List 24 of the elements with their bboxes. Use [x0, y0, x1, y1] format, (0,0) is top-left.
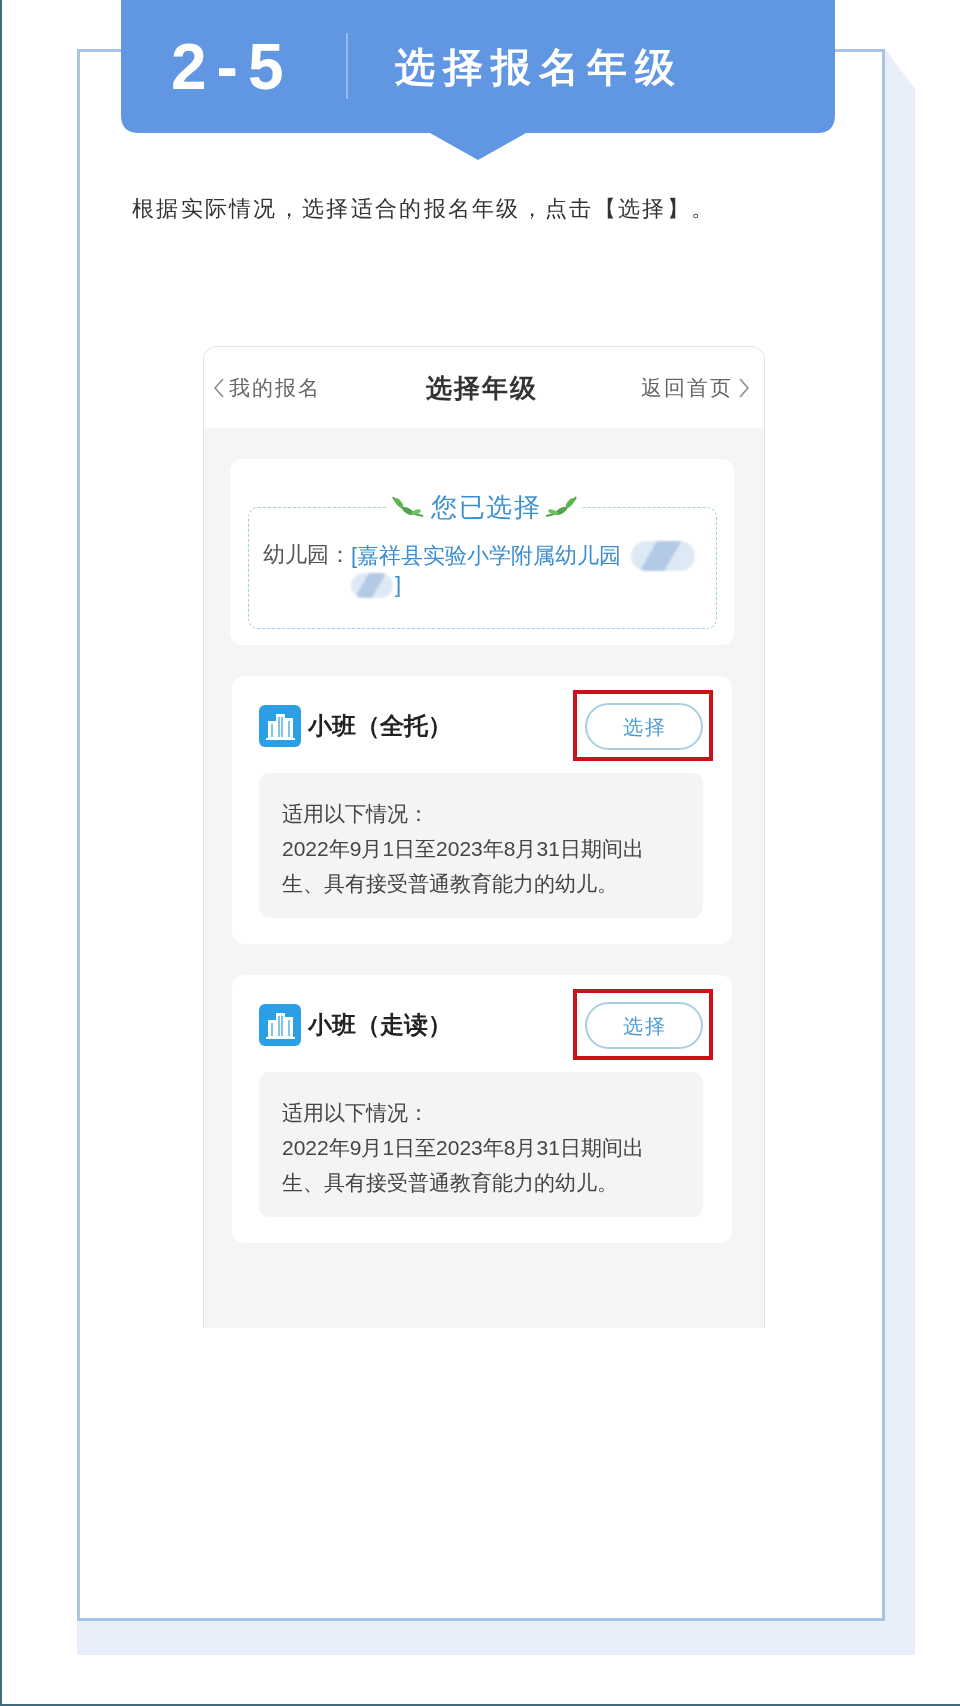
chevron-right-icon — [739, 377, 749, 398]
closing-bracket: ] — [395, 571, 402, 599]
instruction-text: 根据实际情况，选择适合的报名年级，点击【选择】。 — [132, 195, 717, 223]
leaf-icon — [391, 495, 425, 519]
select-button[interactable]: 选择 — [585, 703, 703, 750]
criteria-text: 2022年9月1日至2023年8月31日期间出生、具有接受普通教育能力的幼儿。 — [282, 836, 645, 897]
building-icon — [259, 704, 301, 747]
select-button[interactable]: 选择 — [585, 1002, 703, 1049]
step-number: 2-5 — [171, 34, 295, 99]
grade-title: 小班（全托） — [308, 710, 452, 741]
chevron-left-icon — [214, 377, 224, 398]
selection-heading: 您已选择 — [431, 492, 541, 522]
grade-title: 小班（走读） — [308, 1009, 452, 1040]
leaf-icon — [544, 495, 578, 519]
school-name: [嘉祥县实验小学附属幼儿园 — [351, 542, 622, 570]
criteria-heading: 适用以下情况： — [282, 801, 430, 827]
section-title: 选择报名年级 — [395, 46, 683, 87]
criteria-heading: 适用以下情况： — [282, 1100, 430, 1126]
building-icon — [259, 1003, 301, 1046]
field-label: 幼儿园： — [263, 541, 351, 569]
criteria-text: 2022年9月1日至2023年8月31日期间出生、具有接受普通教育能力的幼儿。 — [282, 1135, 645, 1196]
home-link[interactable]: 返回首页 — [641, 377, 749, 398]
back-link[interactable]: 我的报名 — [214, 377, 426, 398]
page-title: 选择年级 — [425, 374, 538, 401]
